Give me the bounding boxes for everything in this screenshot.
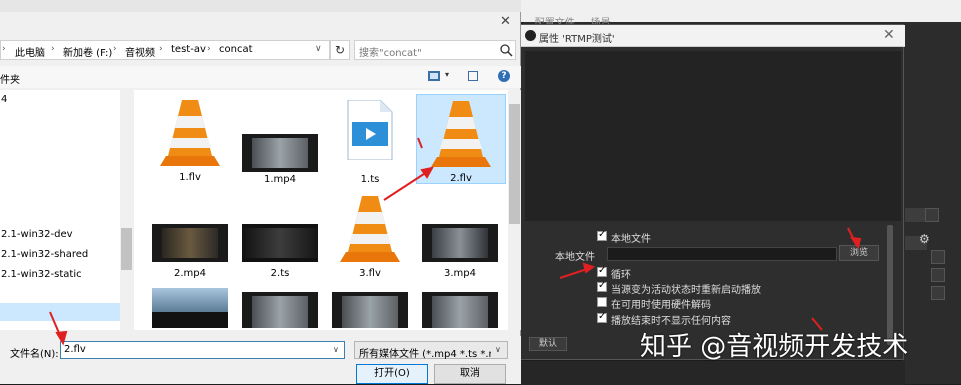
arrow-mark — [417, 137, 423, 149]
watermark: 知乎 @音视频开发技术 — [640, 332, 909, 362]
arrow-to-2flv — [383, 169, 431, 201]
